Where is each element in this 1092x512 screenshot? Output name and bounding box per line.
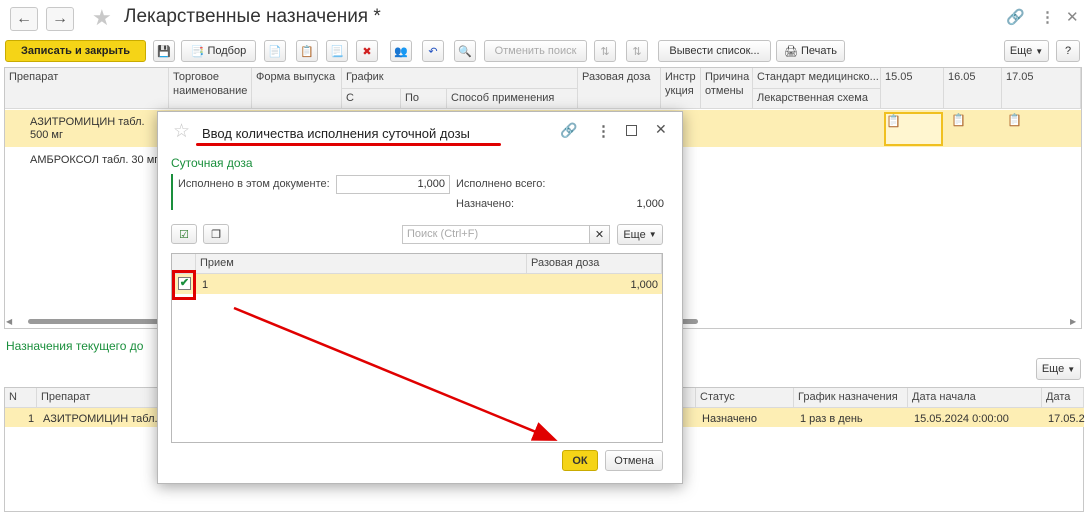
arrow-line — [233, 306, 558, 441]
annotation-arrow — [233, 306, 558, 441]
